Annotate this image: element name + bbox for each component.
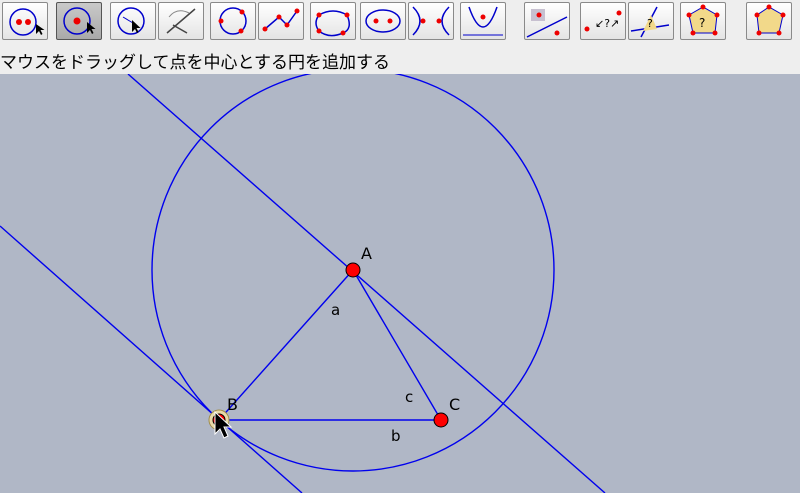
svg-text:↙?↗: ↙?↗ <box>595 17 619 30</box>
parabola-icon <box>463 6 503 36</box>
svg-text:?: ? <box>647 17 653 30</box>
distance-tool[interactable]: ↙?↗ <box>580 2 626 40</box>
polyline-tool[interactable] <box>258 2 304 40</box>
query-polygon-tool[interactable]: ? <box>680 2 726 40</box>
geometry-view[interactable]: A B C a b c <box>0 74 800 493</box>
reflect-tool[interactable] <box>524 2 570 40</box>
label-point-b: B <box>227 395 238 414</box>
query-tool[interactable]: ? <box>628 2 674 40</box>
label-segment-b: b <box>391 427 401 445</box>
tangent-line-b[interactable] <box>0 225 303 493</box>
circle-three-points-icon <box>218 7 247 35</box>
circle-center-tool[interactable] <box>56 2 102 40</box>
distance-icon: ↙?↗ <box>584 10 622 32</box>
hyperbola-tool[interactable] <box>408 2 454 40</box>
query-polygon-icon: ? <box>686 4 720 36</box>
label-segment-c: c <box>405 388 413 406</box>
ellipse-tool[interactable] <box>360 2 406 40</box>
polygon-points-icon <box>754 4 786 36</box>
polygon-icon <box>315 10 350 37</box>
segment-a[interactable] <box>218 269 354 421</box>
ellipse-icon <box>365 9 401 33</box>
reflect-icon <box>526 9 568 38</box>
point-on-circle-icon <box>9 8 45 36</box>
circle-point-icon <box>117 7 145 35</box>
polygon-points-tool[interactable] <box>746 2 792 40</box>
line-through-a[interactable] <box>127 74 606 493</box>
label-point-c: C <box>449 395 460 414</box>
hyperbola-icon <box>412 6 450 36</box>
circle-center-icon <box>63 7 96 35</box>
point-a[interactable] <box>345 262 361 278</box>
drawing-canvas[interactable]: A B C a b c <box>0 74 800 493</box>
point-c[interactable] <box>433 412 449 428</box>
label-segment-a: a <box>331 301 340 319</box>
point-on-circle-tool[interactable] <box>2 2 48 40</box>
polyline-icon <box>262 8 300 32</box>
query-icon: ? <box>630 6 670 38</box>
compass-tool[interactable] <box>158 2 204 40</box>
circle-three-points-tool[interactable] <box>210 2 256 40</box>
toolbar: ↙?↗ ? ? <box>0 0 800 44</box>
label-point-a: A <box>361 244 372 263</box>
parabola-tool[interactable] <box>460 2 506 40</box>
polygon-tool[interactable] <box>310 2 356 40</box>
segment-c[interactable] <box>352 269 442 421</box>
status-message: マウスをドラッグして点を中心とする円を追加する <box>0 53 390 73</box>
svg-text:?: ? <box>699 16 705 30</box>
circle-point-tool[interactable] <box>110 2 156 40</box>
compass-icon <box>166 8 196 34</box>
